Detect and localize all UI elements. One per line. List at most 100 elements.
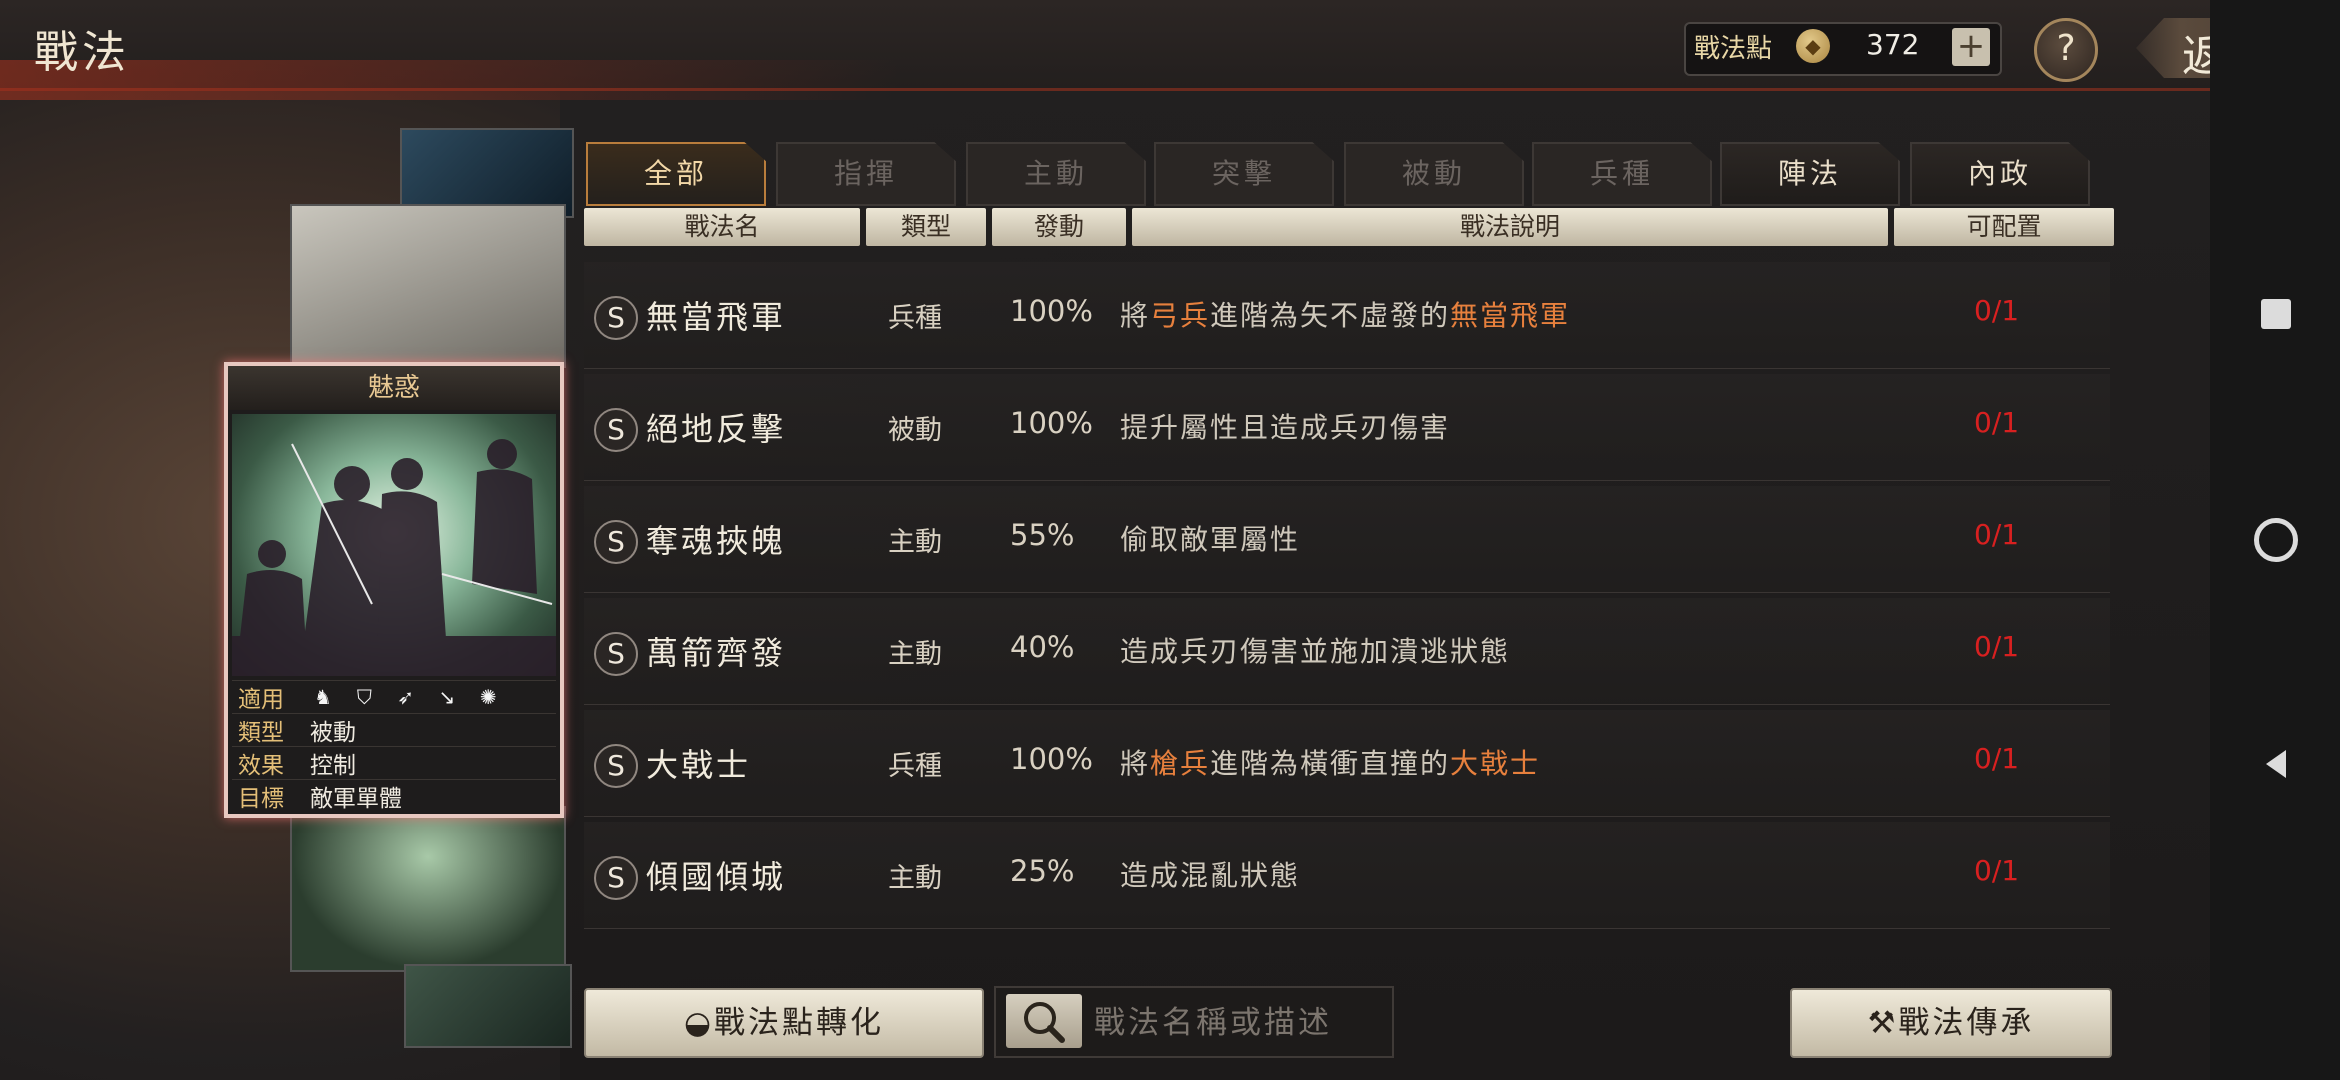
shield-icon: ⛉ xyxy=(356,685,372,709)
info-key: 目標 xyxy=(238,786,284,812)
tactic-row[interactable]: S 絕地反擊 被動 100% 提升屬性且造成兵刃傷害 0/1 xyxy=(584,374,2110,481)
highlighted-text: 大戟士 xyxy=(1450,747,1541,780)
points-coin-icon: ◆ xyxy=(1796,29,1830,63)
tactic-card-thumbnail[interactable] xyxy=(404,964,572,1048)
tactic-type: 兵種 xyxy=(888,303,942,334)
slot-count: 0/1 xyxy=(1974,518,2020,551)
featured-card-name: 魅惑 xyxy=(228,366,560,410)
tactic-rate: 100% xyxy=(1010,294,1093,328)
tactic-description: 將槍兵進階為橫衝直撞的大戟士 xyxy=(1120,742,1540,782)
tactic-name: 絕地反擊 xyxy=(646,410,787,448)
tactic-type: 兵種 xyxy=(888,751,942,782)
slot-count: 0/1 xyxy=(1974,630,2020,663)
tactic-row[interactable]: S 無當飛軍 兵種 100% 將弓兵進階為矢不虛發的無當飛軍 0/1 xyxy=(584,262,2110,369)
convert-label: 戰法點轉化 xyxy=(714,1005,885,1041)
tab-internal-affairs[interactable]: 內政 xyxy=(1910,142,2090,206)
featured-card-info: 適用 ♞ ⛉ ➶ ↘ ✺ 類型 被動 效果 控制 目標 敵軍單體 xyxy=(232,680,556,812)
recent-apps-icon[interactable] xyxy=(2244,282,2308,346)
home-icon[interactable] xyxy=(2244,508,2308,572)
column-header-rate[interactable]: 發動 xyxy=(992,208,1126,246)
column-header-description: 戰法說明 xyxy=(1132,208,1888,246)
tactic-rate: 100% xyxy=(1010,406,1093,440)
tactic-row[interactable]: S 傾國傾城 主動 25% 造成混亂狀態 0/1 xyxy=(584,822,2110,929)
grade-badge: S xyxy=(594,744,638,788)
column-header-name[interactable]: 戰法名 xyxy=(584,208,860,246)
tab-troop[interactable]: 兵種 xyxy=(1532,142,1712,206)
highlighted-text: 無當飛軍 xyxy=(1450,299,1571,332)
tactic-row[interactable]: S 大戟士 兵種 100% 將槍兵進階為橫衝直撞的大戟士 0/1 xyxy=(584,710,2110,817)
spear-icon: ↘ xyxy=(438,685,456,709)
tactic-name: 萬箭齊發 xyxy=(646,634,787,672)
tactic-rate: 40% xyxy=(1010,630,1075,664)
info-value: 敵軍單體 xyxy=(310,786,402,812)
tactic-rate: 100% xyxy=(1010,742,1093,776)
slot-count: 0/1 xyxy=(1974,854,2020,887)
featured-tactic-card[interactable]: 魅惑 適用 ♞ ⛉ ➶ ↘ ✺ 類型 被動 效果 控制 目標 敵軍單體 xyxy=(224,362,564,818)
search-icon[interactable] xyxy=(1006,994,1082,1048)
description-text: 提升屬性且造成兵刃傷害 xyxy=(1120,411,1451,444)
tab-command[interactable]: 指揮 xyxy=(776,142,956,206)
grade-badge: S xyxy=(594,296,638,340)
column-header-type[interactable]: 類型 xyxy=(866,208,986,246)
description-text: 將 xyxy=(1120,299,1151,332)
description-text: 偷取敵軍屬性 xyxy=(1120,523,1301,556)
inherit-label: 戰法傳承 xyxy=(1898,1005,2035,1041)
tactic-type: 主動 xyxy=(888,863,942,894)
add-points-button[interactable]: + xyxy=(1952,28,1990,66)
info-row-effect: 效果 控制 xyxy=(232,746,556,779)
tactic-description: 提升屬性且造成兵刃傷害 xyxy=(1120,406,1450,446)
applicable-troops: ♞ ⛉ ➶ ↘ ✺ xyxy=(310,684,509,710)
slot-count: 0/1 xyxy=(1974,406,2020,439)
description-text: 將 xyxy=(1120,747,1151,780)
description-text: 造成兵刃傷害並施加潰逃狀態 xyxy=(1120,635,1511,668)
info-row-target: 目標 敵軍單體 xyxy=(232,779,556,812)
tactic-card-thumbnail[interactable] xyxy=(290,806,566,972)
tab-formation[interactable]: 陣法 xyxy=(1720,142,1900,206)
grade-badge: S xyxy=(594,520,638,564)
column-header-slot[interactable]: 可配置 xyxy=(1894,208,2114,246)
tactic-rate: 55% xyxy=(1010,518,1075,552)
grade-badge: S xyxy=(594,856,638,900)
featured-card-art xyxy=(232,414,556,676)
description-text: 進階為矢不虛發的 xyxy=(1210,299,1451,332)
tab-all[interactable]: 全部 xyxy=(586,142,766,206)
tab-passive[interactable]: 被動 xyxy=(1344,142,1524,206)
inherit-tactic-button[interactable]: ⚒戰法傳承 xyxy=(1790,988,2112,1058)
slot-count: 0/1 xyxy=(1974,294,2020,327)
help-button[interactable]: ? xyxy=(2034,18,2098,82)
convert-points-button[interactable]: ◒戰法點轉化 xyxy=(584,988,984,1058)
tab-active[interactable]: 主動 xyxy=(966,142,1146,206)
tactic-row[interactable]: S 奪魂挾魄 主動 55% 偷取敵軍屬性 0/1 xyxy=(584,486,2110,593)
wheel-icon: ✺ xyxy=(479,685,497,709)
top-bar-glow xyxy=(0,60,900,100)
info-value: 被動 xyxy=(310,720,356,746)
tactic-type: 被動 xyxy=(888,415,942,446)
search-input[interactable] xyxy=(1092,996,1386,1050)
highlighted-text: 弓兵 xyxy=(1150,299,1211,332)
tactic-name: 傾國傾城 xyxy=(646,858,787,896)
points-value: 372 xyxy=(1866,28,1920,61)
tactic-type: 主動 xyxy=(888,527,942,558)
tactic-name: 無當飛軍 xyxy=(646,298,787,336)
points-label: 戰法點 xyxy=(1694,34,1773,64)
drop-icon: ◒ xyxy=(683,1005,715,1041)
tab-assault[interactable]: 突擊 xyxy=(1154,142,1334,206)
tactic-name: 大戟士 xyxy=(646,746,752,784)
cavalry-icon: ♞ xyxy=(314,685,332,709)
info-row-type: 類型 被動 xyxy=(232,713,556,746)
slot-count: 0/1 xyxy=(1974,742,2020,775)
tactic-card-thumbnail[interactable] xyxy=(290,204,566,368)
description-text: 進階為橫衝直撞的 xyxy=(1210,747,1451,780)
tactic-type: 主動 xyxy=(888,639,942,670)
tactic-row[interactable]: S 萬箭齊發 主動 40% 造成兵刃傷害並施加潰逃狀態 0/1 xyxy=(584,598,2110,705)
info-key: 類型 xyxy=(238,720,284,746)
info-key: 適用 xyxy=(238,687,284,713)
back-nav-icon[interactable] xyxy=(2244,732,2308,796)
tactic-description: 造成混亂狀態 xyxy=(1120,854,1300,894)
page-title: 戰法 xyxy=(34,27,130,78)
grade-badge: S xyxy=(594,408,638,452)
tactic-description: 將弓兵進階為矢不虛發的無當飛軍 xyxy=(1120,294,1570,334)
tactic-name: 奪魂挾魄 xyxy=(646,522,787,560)
highlighted-text: 槍兵 xyxy=(1150,747,1211,780)
info-key: 效果 xyxy=(238,753,284,779)
